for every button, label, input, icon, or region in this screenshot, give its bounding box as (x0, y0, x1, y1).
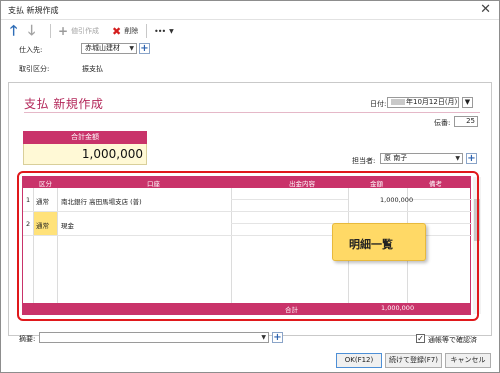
add-memo-button[interactable]: + (272, 332, 283, 343)
trade-type-value: 振支払 (82, 65, 103, 73)
chevron-down-icon: ▼ (455, 155, 460, 162)
memo-label: 摘要: (19, 335, 36, 343)
memo-select[interactable]: ▼ (39, 332, 269, 343)
continue-register-button[interactable]: 続けて登録(F7) (385, 353, 442, 368)
toolbar-divider (146, 24, 147, 38)
chevron-down-icon: ▼ (169, 27, 174, 35)
toolbar: 🡑 🡓 + 値引作成 ✖ 削除 ••• ▼ (1, 20, 499, 42)
payment-window: 支払 新規作成 ✕ 🡑 🡓 + 値引作成 ✖ 削除 ••• ▼ 仕入先: 赤城山… (0, 0, 500, 373)
arrow-down-icon: 🡓 (28, 23, 36, 39)
date-value: 年10月12日(月) (406, 98, 458, 106)
total-amount-value: 1,000,000 (23, 144, 147, 165)
form-title: 支払 新規作成 (24, 97, 104, 111)
make-deduction-label: 値引作成 (71, 27, 100, 35)
add-supplier-button[interactable]: + (139, 43, 150, 54)
trade-type-label: 取引区分: (19, 65, 50, 73)
date-masked-year (391, 99, 405, 105)
cancel-button[interactable]: キャンセル (445, 353, 491, 368)
chevron-down-icon: ▼ (464, 98, 471, 106)
toolbar-divider (50, 24, 51, 38)
supplier-select[interactable]: 赤城山建材 ▼ (81, 43, 137, 54)
add-staff-button[interactable]: + (466, 153, 477, 164)
delete-button[interactable]: ✖ 削除 (112, 23, 138, 39)
chevron-down-icon: ▼ (261, 334, 266, 341)
supplier-value: 赤城山建材 (85, 44, 120, 52)
delete-label: 削除 (124, 27, 139, 35)
slip-no-value: 25 (466, 117, 475, 125)
chevron-down-icon: ▼ (129, 45, 134, 52)
title-bar: 支払 新規作成 ✕ (1, 1, 499, 20)
verified-checkbox[interactable]: ✓ (416, 334, 425, 343)
staff-label: 担当者: (352, 157, 376, 165)
arrow-up-icon: 🡑 (10, 23, 18, 39)
more-menu-button[interactable]: ••• ▼ (154, 23, 174, 39)
staff-select[interactable]: 原 南子 ▼ (380, 153, 463, 164)
ok-button[interactable]: OK(F12) (336, 353, 382, 368)
total-amount-label: 合計金額 (23, 131, 147, 144)
staff-value: 原 南子 (384, 154, 408, 162)
title-underline (24, 112, 480, 113)
plus-icon: + (58, 24, 69, 38)
more-icon: ••• (154, 26, 166, 36)
make-deduction-button[interactable]: + 値引作成 (58, 23, 99, 39)
delete-icon: ✖ (112, 24, 122, 38)
supplier-label: 仕入先: (19, 46, 43, 54)
date-field[interactable]: 年10月12日(月) (387, 97, 459, 108)
move-up-button[interactable]: 🡑 (10, 23, 17, 39)
window-title: 支払 新規作成 (8, 6, 59, 15)
slip-no-label: 伝番: (434, 119, 451, 127)
slip-no-input[interactable]: 25 (454, 116, 478, 127)
callout-text: 明細一覧 (349, 238, 393, 251)
date-label: 日付: (370, 100, 387, 108)
move-down-button[interactable]: 🡓 (28, 23, 35, 39)
calendar-dropdown-button[interactable]: ▼ (462, 97, 473, 108)
verified-label: 通帳等で確認済 (428, 336, 477, 344)
close-icon[interactable]: ✕ (480, 2, 491, 18)
